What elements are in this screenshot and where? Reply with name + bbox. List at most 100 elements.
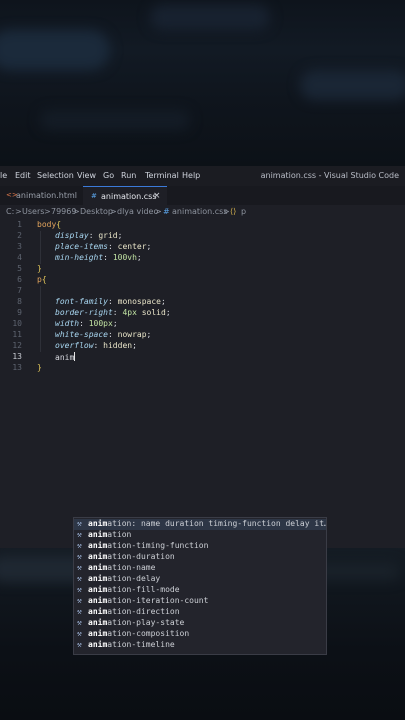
tab-animation-css[interactable]: # animation.css × xyxy=(83,186,167,205)
suggestion-item[interactable]: ⚒ animation-delay xyxy=(74,574,326,585)
suggestion-item[interactable]: ⚒ animation-timeline xyxy=(74,640,326,651)
code-line: 9 border-right: 4px solid; xyxy=(0,308,405,319)
tab-label: animation.css xyxy=(101,192,157,201)
symbol-icon: ⟨⟩ xyxy=(230,207,237,216)
css-file-icon: # xyxy=(91,192,97,200)
suggestion-item[interactable]: ⚒ animation: name duration timing-functio… xyxy=(74,519,326,530)
breadcrumb-separator: > xyxy=(155,207,162,216)
suggestion-item[interactable]: ⚒ animation-iteration-count xyxy=(74,596,326,607)
wrench-icon: ⚒ xyxy=(77,596,82,605)
line-number: 11 xyxy=(12,330,22,339)
line-number: 13 xyxy=(12,363,22,372)
suggestion-label: animation-composition xyxy=(88,629,190,638)
code-line: 5 } xyxy=(0,264,405,275)
breadcrumb-item[interactable]: p xyxy=(241,207,246,216)
suggestion-label: animation-timeline xyxy=(88,640,175,649)
menu-edit[interactable]: Edit xyxy=(15,171,31,180)
close-icon[interactable]: × xyxy=(153,191,161,201)
wrench-icon: ⚒ xyxy=(77,618,82,627)
suggestion-label: animation-duration xyxy=(88,552,175,561)
code-line: 11 white-space: nowrap; xyxy=(0,330,405,341)
suggestion-item[interactable]: ⚒ animation-fill-mode xyxy=(74,585,326,596)
menu-file[interactable]: le xyxy=(0,171,7,180)
breadcrumb-separator: > xyxy=(110,207,117,216)
wrench-icon: ⚒ xyxy=(77,574,82,583)
breadcrumb: C: > Users > 79969 > Desktop > dlya vide… xyxy=(0,205,405,220)
line-number: 6 xyxy=(17,275,22,284)
code-line: 4 min-height: 100vh; xyxy=(0,253,405,264)
suggestion-item[interactable]: ⚒ animation-timing-function xyxy=(74,541,326,552)
wrench-icon: ⚒ xyxy=(77,585,82,594)
code-line: 8 font-family: monospace; xyxy=(0,297,405,308)
wrench-icon: ⚒ xyxy=(77,640,82,649)
wrench-icon: ⚒ xyxy=(77,629,82,638)
wrench-icon: ⚒ xyxy=(77,541,82,550)
breadcrumb-item[interactable]: Users xyxy=(22,207,44,216)
suggestion-label: animation-direction xyxy=(88,607,180,616)
vscode-window: le Edit Selection View Go Run Terminal H… xyxy=(0,166,405,655)
window-title: animation.css - Visual Studio Code xyxy=(260,171,399,180)
menu-go[interactable]: Go xyxy=(103,171,114,180)
suggestion-label: animation-name xyxy=(88,563,156,572)
wrench-icon: ⚒ xyxy=(77,607,82,616)
blurred-background-top xyxy=(0,0,405,166)
breadcrumb-item[interactable]: animation.css xyxy=(172,207,228,216)
suggestion-label: animation xyxy=(88,530,132,539)
code-line: 13 } xyxy=(0,363,405,374)
autocomplete-suggestions[interactable]: ⚒ animation: name duration timing-functio… xyxy=(73,517,327,655)
suggestion-label: animation-fill-mode xyxy=(88,585,180,594)
suggestion-label: animation-timing-function xyxy=(88,541,209,550)
menu-bar: le Edit Selection View Go Run Terminal H… xyxy=(0,166,405,186)
menu-view[interactable]: View xyxy=(77,171,96,180)
breadcrumb-separator: > xyxy=(44,207,51,216)
line-number: 3 xyxy=(17,242,22,251)
code-line: 1 body{ xyxy=(0,220,405,231)
breadcrumb-item[interactable]: dlya video xyxy=(117,207,158,216)
line-number: 2 xyxy=(17,231,22,240)
code-line: 2 display: grid; xyxy=(0,231,405,242)
wrench-icon: ⚒ xyxy=(77,530,82,539)
code-line: 10 width: 100px; xyxy=(0,319,405,330)
wrench-icon: ⚒ xyxy=(77,519,82,528)
line-number: 12 xyxy=(12,341,22,350)
suggestion-item[interactable]: ⚒ animation xyxy=(74,530,326,541)
tab-bar: <> animation.html # animation.css × xyxy=(0,186,405,205)
menu-run[interactable]: Run xyxy=(121,171,136,180)
code-line: 6 p{ xyxy=(0,275,405,286)
code-line: 3 place-items: center; xyxy=(0,242,405,253)
breadcrumb-separator: > xyxy=(15,207,22,216)
breadcrumb-item[interactable]: C: xyxy=(6,207,14,216)
suggestion-label: animation-iteration-count xyxy=(88,596,209,605)
suggestion-item[interactable]: ⚒ animation-direction xyxy=(74,607,326,618)
suggestion-label: animation-play-state xyxy=(88,618,185,627)
tab-label: animation.html xyxy=(16,191,77,200)
css-file-icon: # xyxy=(163,207,170,216)
breadcrumb-item[interactable]: Desktop xyxy=(80,207,113,216)
code-line-current: 13 anim xyxy=(0,352,405,363)
suggestion-item[interactable]: ⚒ animation-play-state xyxy=(74,618,326,629)
line-number: 10 xyxy=(12,319,22,328)
line-number: 9 xyxy=(17,308,22,317)
code-line: 7 xyxy=(0,286,405,297)
line-number: 7 xyxy=(17,286,22,295)
suggestion-label: animation-delay xyxy=(88,574,161,583)
code-line: 12 overflow: hidden; xyxy=(0,341,405,352)
line-number: 13 xyxy=(12,352,22,361)
menu-selection[interactable]: Selection xyxy=(37,171,74,180)
breadcrumb-separator: > xyxy=(73,207,80,216)
wrench-icon: ⚒ xyxy=(77,552,82,561)
line-number: 5 xyxy=(17,264,22,273)
menu-terminal[interactable]: Terminal xyxy=(145,171,179,180)
line-number: 8 xyxy=(17,297,22,306)
wrench-icon: ⚒ xyxy=(77,563,82,572)
tab-animation-html[interactable]: <> animation.html xyxy=(0,186,80,205)
menu-help[interactable]: Help xyxy=(182,171,200,180)
suggestion-label: animation: name duration timing-function… xyxy=(88,519,326,528)
line-number: 1 xyxy=(17,220,22,229)
suggestion-item[interactable]: ⚒ animation-name xyxy=(74,563,326,574)
suggestion-item[interactable]: ⚒ animation-duration xyxy=(74,552,326,563)
text-cursor xyxy=(74,352,76,361)
suggestion-item[interactable]: ⚒ animation-composition xyxy=(74,629,326,640)
code-editor[interactable]: 1 body{ 2 display: grid; 3 place-items: … xyxy=(0,220,405,548)
breadcrumb-separator: > xyxy=(223,207,230,216)
